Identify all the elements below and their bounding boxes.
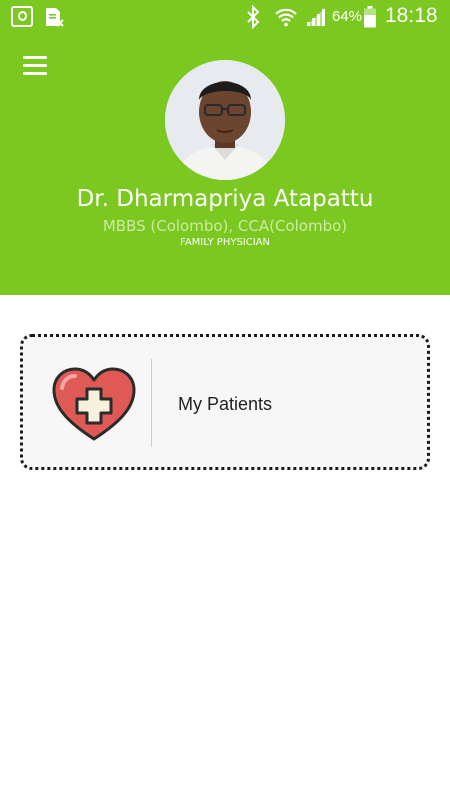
doctor-role: FAMILY PHYSICIAN	[180, 237, 270, 248]
doctor-name: Dr. Dharmapriya Atapattu	[76, 186, 374, 212]
battery-percentage: 64%	[332, 8, 363, 25]
hamburger-icon[interactable]	[20, 54, 50, 78]
my-patients-label: My Patients	[178, 394, 273, 414]
card-divider	[151, 359, 152, 447]
sim-card-icon	[46, 8, 64, 27]
status-bar: 64% 18:18	[0, 0, 450, 34]
doctor-qualifications: MBBS (Colombo), CCA(Colombo)	[102, 217, 348, 235]
profile-header: Dr. Dharmapriya Atapattu MBBS (Colombo),…	[0, 34, 450, 295]
doctor-photo	[165, 60, 285, 180]
avatar	[165, 60, 285, 180]
heart-plus-icon	[52, 367, 136, 441]
my-patients-card[interactable]: My Patients	[20, 334, 430, 470]
clock: 18:18	[385, 4, 438, 27]
app-notification-icon	[11, 6, 33, 27]
signal-icon	[306, 8, 325, 26]
wifi-icon	[275, 8, 297, 27]
bluetooth-icon	[247, 5, 260, 29]
battery-icon	[364, 6, 376, 28]
